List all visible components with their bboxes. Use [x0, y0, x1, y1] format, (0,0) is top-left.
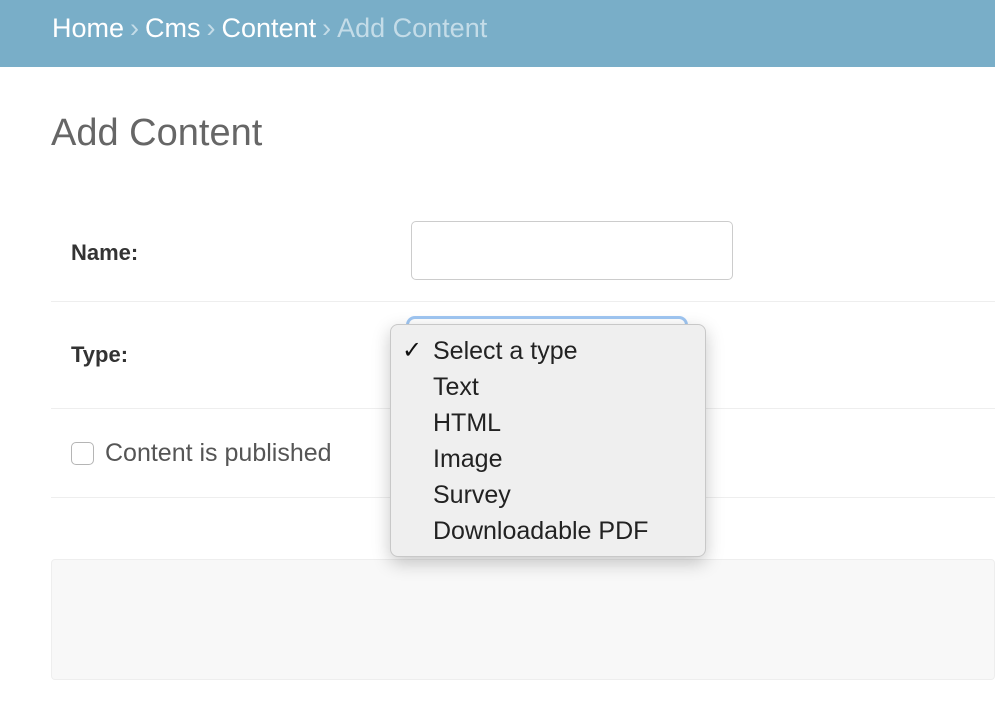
name-input[interactable] [411, 221, 733, 280]
option-label: Image [433, 445, 503, 473]
published-label[interactable]: Content is published [105, 439, 332, 468]
option-label: Survey [433, 481, 511, 509]
option-label: Select a type [433, 337, 578, 365]
breadcrumb: Home › Cms › Content › Add Content [0, 0, 995, 67]
type-option-image[interactable]: Image [391, 441, 705, 477]
option-label: Downloadable PDF [433, 517, 649, 545]
breadcrumb-content-link[interactable]: Content [222, 13, 317, 43]
type-option-downloadable-pdf[interactable]: Downloadable PDF [391, 513, 705, 549]
option-label: HTML [433, 409, 502, 437]
published-checkbox[interactable] [71, 442, 94, 465]
breadcrumb-separator: › [206, 13, 216, 43]
breadcrumb-separator: › [322, 13, 332, 43]
option-label: Text [433, 373, 479, 401]
type-option-html[interactable]: HTML [391, 405, 705, 441]
breadcrumb-separator: › [130, 13, 140, 43]
page-title: Add Content [51, 112, 263, 154]
submit-row [51, 559, 995, 680]
name-row: Name: [51, 201, 995, 302]
type-option-select-a-type[interactable]: ✓ Select a type [391, 333, 705, 369]
type-option-survey[interactable]: Survey [391, 477, 705, 513]
type-label: Type: [71, 342, 129, 367]
breadcrumb-home-link[interactable]: Home [52, 13, 124, 43]
checkmark-icon: ✓ [402, 337, 423, 364]
breadcrumb-current: Add Content [337, 13, 488, 43]
type-dropdown-menu: ✓ Select a type Text HTML Image Survey D… [390, 324, 706, 557]
type-option-text[interactable]: Text [391, 369, 705, 405]
breadcrumb-cms-link[interactable]: Cms [145, 13, 201, 43]
name-label: Name: [71, 240, 139, 265]
